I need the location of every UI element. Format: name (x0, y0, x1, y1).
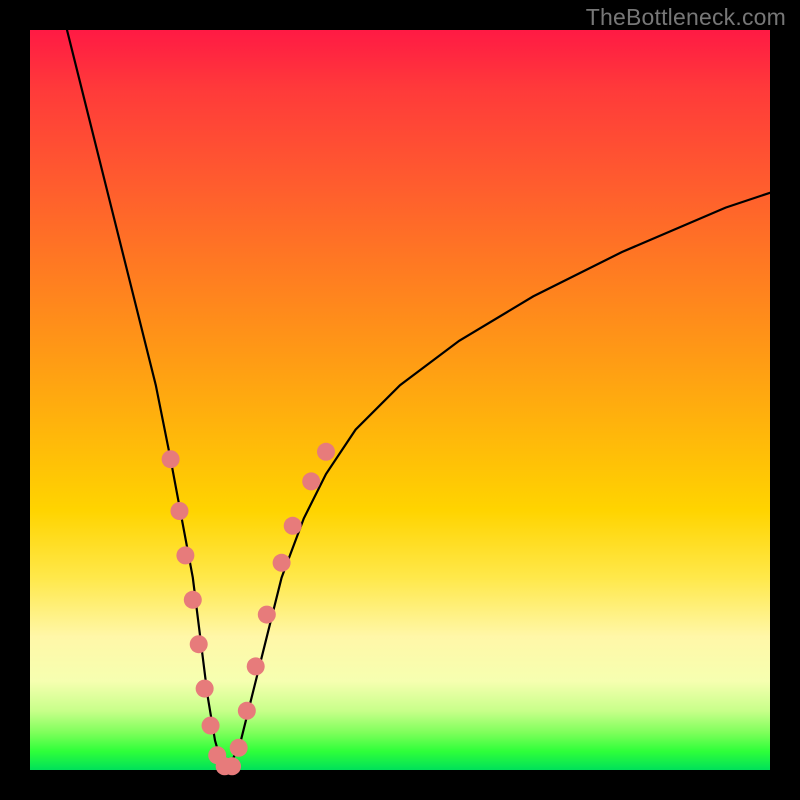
marker-dot (190, 635, 208, 653)
marker-group (162, 443, 335, 776)
marker-dot (162, 450, 180, 468)
marker-dot (223, 757, 241, 775)
marker-dot (273, 554, 291, 572)
marker-dot (284, 517, 302, 535)
plot-area (30, 30, 770, 770)
curve-line (67, 30, 770, 766)
marker-dot (317, 443, 335, 461)
marker-dot (247, 657, 265, 675)
marker-dot (302, 472, 320, 490)
marker-dot (202, 717, 220, 735)
chart-frame: TheBottleneck.com (0, 0, 800, 800)
marker-dot (230, 739, 248, 757)
marker-dot (176, 546, 194, 564)
marker-dot (184, 591, 202, 609)
marker-dot (170, 502, 188, 520)
marker-dot (196, 680, 214, 698)
marker-dot (238, 702, 256, 720)
watermark-text: TheBottleneck.com (586, 4, 786, 31)
marker-dot (258, 606, 276, 624)
chart-svg (30, 30, 770, 770)
